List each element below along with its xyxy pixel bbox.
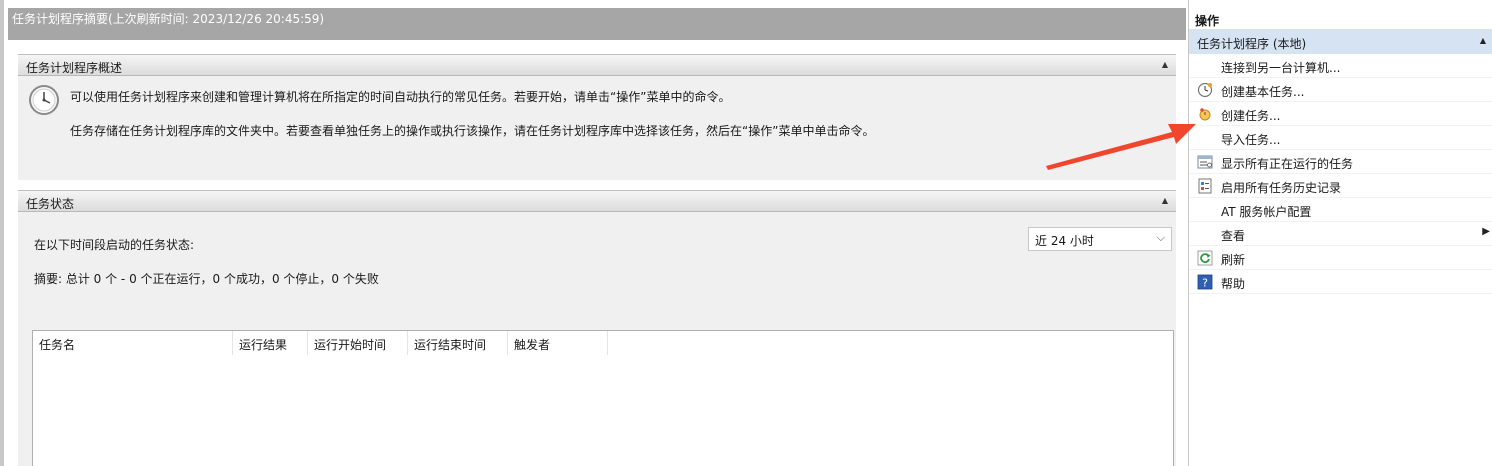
status-summary: 摘要: 总计 0 个 - 0 个正在运行，0 个成功，0 个停止，0 个失败: [34, 272, 379, 286]
action-label: 启用所有任务历史记录: [1221, 181, 1342, 195]
action-show-running-tasks[interactable]: 显示所有正在运行的任务: [1189, 150, 1492, 174]
task-status-header-label: 任务状态: [26, 197, 75, 211]
action-create-task[interactable]: 创建任务...: [1189, 102, 1492, 126]
overview-header-label: 任务计划程序概述: [26, 61, 123, 75]
collapse-up-icon[interactable]: ▲: [1160, 59, 1170, 71]
refresh-icon: [1197, 250, 1213, 266]
action-label: 导入任务...: [1221, 133, 1281, 147]
overview-section: 任务计划程序概述 ▲ 可以使用任务计划程序来创建和管理计算机将在所指定的时间自动…: [18, 54, 1176, 180]
action-at-service-account[interactable]: AT 服务帐户配置: [1189, 198, 1492, 222]
action-create-basic-task[interactable]: 创建基本任务...: [1189, 78, 1492, 102]
action-view[interactable]: 查看 ▶: [1189, 222, 1492, 246]
clock-icon: [29, 85, 59, 115]
running-tasks-icon: [1197, 155, 1213, 169]
overview-header[interactable]: 任务计划程序概述 ▲: [18, 54, 1176, 76]
action-label: 帮助: [1221, 277, 1246, 291]
actions-group-local[interactable]: 任务计划程序 (本地) ▲: [1189, 30, 1492, 54]
grid-header: 任务名 运行结果 运行开始时间 运行结束时间 触发者: [33, 331, 1173, 355]
column-run-end[interactable]: 运行结束时间: [408, 331, 508, 355]
chevron-down-icon: ⌵: [1156, 231, 1165, 244]
history-icon: [1198, 178, 1212, 194]
help-icon: ?: [1197, 274, 1213, 290]
time-range-select[interactable]: 近 24 小时 ⌵: [1028, 227, 1172, 251]
action-label: 显示所有正在运行的任务: [1221, 157, 1354, 171]
overview-text-2: 任务存储在任务计划程序库的文件夹中。若要查看单独任务上的操作或执行该操作，请在任…: [70, 124, 875, 138]
actions-title: 操作: [1189, 8, 1492, 30]
task-status-header[interactable]: 任务状态 ▲: [18, 190, 1176, 212]
action-label: 创建任务...: [1221, 109, 1281, 123]
action-label: 刷新: [1221, 253, 1246, 267]
column-run-result[interactable]: 运行结果: [233, 331, 308, 355]
clock-wizard-icon: [1197, 82, 1213, 98]
column-task-name[interactable]: 任务名: [33, 331, 233, 355]
action-label: 查看: [1221, 229, 1246, 243]
main-pane: 任务计划程序摘要(上次刷新时间: 2023/12/26 20:45:59) 任务…: [0, 0, 1186, 466]
action-label: 连接到另一台计算机...: [1221, 61, 1341, 75]
action-help[interactable]: ? 帮助: [1189, 270, 1492, 294]
summary-title-bar: 任务计划程序摘要(上次刷新时间: 2023/12/26 20:45:59): [8, 8, 1186, 40]
new-task-icon: [1199, 108, 1211, 121]
action-connect-computer[interactable]: 连接到另一台计算机...: [1189, 54, 1492, 78]
submenu-arrow-icon: ▶: [1482, 226, 1490, 237]
task-status-grid[interactable]: 任务名 运行结果 运行开始时间 运行结束时间 触发者: [32, 330, 1174, 466]
column-triggered-by[interactable]: 触发者: [508, 331, 608, 355]
action-label: 创建基本任务...: [1221, 85, 1305, 99]
actions-group-label: 任务计划程序 (本地): [1197, 37, 1307, 51]
actions-pane: 操作 任务计划程序 (本地) ▲ 连接到另一台计算机... 创建基本任务... …: [1188, 0, 1492, 466]
collapse-up-icon[interactable]: ▲: [1480, 36, 1486, 45]
overview-text-1: 可以使用任务计划程序来创建和管理计算机将在所指定的时间自动执行的常见任务。若要开…: [70, 90, 731, 104]
svg-text:?: ?: [1202, 277, 1208, 290]
time-range-label: 在以下时间段启动的任务状态:: [34, 238, 195, 252]
action-label: AT 服务帐户配置: [1221, 205, 1312, 219]
column-run-start[interactable]: 运行开始时间: [308, 331, 408, 355]
task-status-section: 任务状态 ▲ 在以下时间段启动的任务状态: 近 24 小时 ⌵ 摘要: 总计 0…: [18, 190, 1176, 466]
action-import-task[interactable]: 导入任务...: [1189, 126, 1492, 150]
time-range-value: 近 24 小时: [1035, 234, 1094, 248]
action-enable-history[interactable]: 启用所有任务历史记录: [1189, 174, 1492, 198]
action-refresh[interactable]: 刷新: [1189, 246, 1492, 270]
collapse-up-icon[interactable]: ▲: [1160, 195, 1170, 207]
